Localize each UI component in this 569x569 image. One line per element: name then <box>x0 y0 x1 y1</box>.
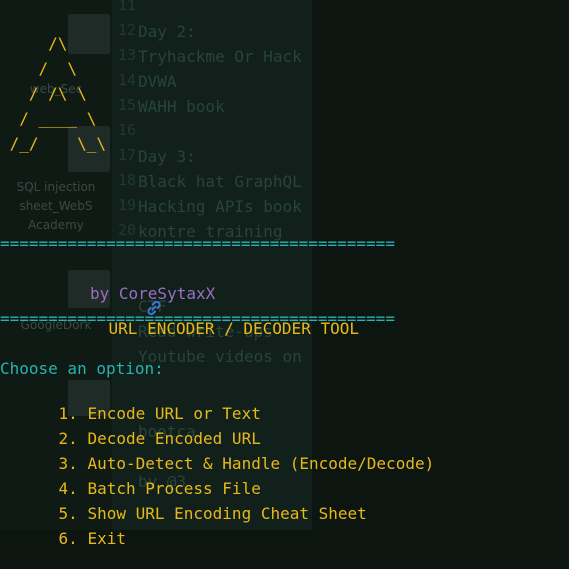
ascii-logo-line: / ____ \ <box>0 109 97 128</box>
terminal-window[interactable]: /\ / \ / /\ \ / ____ \ /_/ \_\ =========… <box>0 0 569 548</box>
option-label: Exit <box>87 529 126 548</box>
separator-line: ========================================… <box>0 309 395 328</box>
ascii-logo-line: / \ <box>0 59 78 78</box>
menu-prompt: Choose an option: <box>0 359 164 378</box>
option-label: Show URL Encoding Cheat Sheet <box>87 504 367 523</box>
menu-option-exit[interactable]: 6. Exit <box>20 509 126 569</box>
author-line: by CoreSytaxX <box>90 284 216 303</box>
ascii-logo-line: /_/ \_\ <box>0 134 106 153</box>
ascii-logo-line: /\ <box>0 34 68 53</box>
option-number: 6. <box>58 529 78 548</box>
separator-line: ========================================… <box>0 234 395 253</box>
ascii-logo-line: / /\ \ <box>0 84 87 103</box>
